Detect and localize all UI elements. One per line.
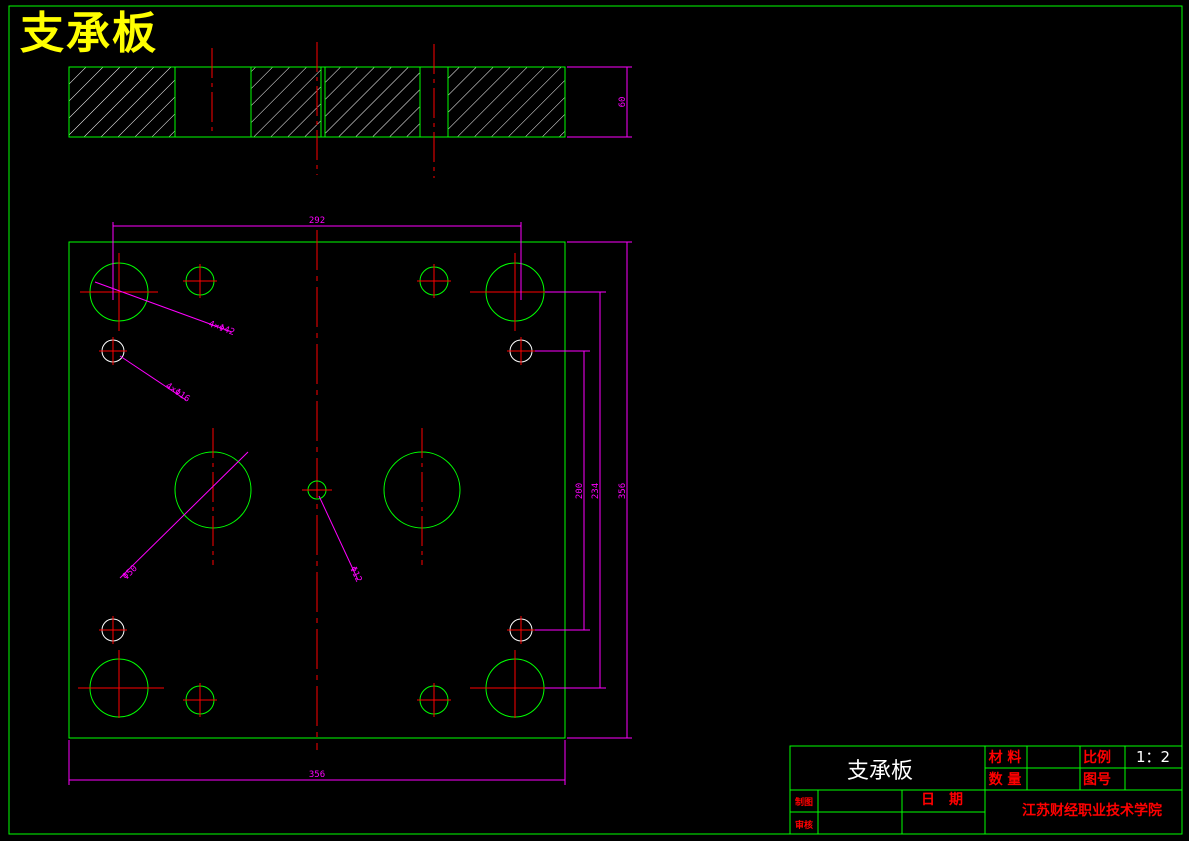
hole-center-left [174, 428, 252, 565]
plan-view: 4×Φ42 4×Φ16 Φ50 Φ12 292 200 234 356 356 [68, 216, 632, 785]
title-block-scale-label: 比例 [1083, 749, 1111, 766]
hatch-block-4 [447, 66, 566, 138]
dim-plate-height: 356 [618, 483, 628, 499]
dim-vertical-outer: 234 [591, 483, 601, 499]
title-block-date-label: 日 期 [921, 792, 963, 808]
hole-large-top-left [80, 253, 158, 331]
hole-large-top-right [470, 253, 555, 331]
title-block-checked-by-label: 审核 [795, 819, 813, 831]
hole-center-right [383, 428, 461, 565]
section-view: 60 [68, 42, 632, 178]
hole-small-top-left [99, 337, 127, 365]
sheet-border [8, 5, 1183, 835]
title-block-scale-value: 1：2 [1136, 748, 1170, 766]
dim-vertical-inner: 200 [575, 483, 585, 499]
hatch-block-3 [324, 66, 421, 138]
dim-plate-width: 356 [309, 770, 325, 780]
hole-small-bottom-right [507, 616, 535, 644]
hole-small-bottom-left [99, 616, 127, 644]
title-block-part-name: 支承板 [847, 759, 913, 784]
hatch-block-2 [250, 66, 322, 138]
title-block-quantity-label: 数 量 [989, 771, 1022, 788]
title-block-drawn-by-label: 制图 [795, 796, 813, 808]
leader-center-large [119, 451, 249, 579]
hole-small-top-right [507, 337, 535, 365]
cad-drawing: 60 4×Φ42 4×Φ16 Φ50 Φ12 292 200 234 356 3… [8, 5, 1183, 835]
hatch-block-1 [68, 66, 176, 138]
title-block-school: 江苏财经职业技术学院 [1022, 802, 1162, 819]
hole-large-bottom-right [470, 650, 555, 718]
title-block-material-label: 材 料 [989, 749, 1022, 766]
dim-hole-spacing-top: 292 [309, 216, 325, 226]
leader-large-corner-text: 4×Φ42 [207, 319, 236, 338]
leader-center-small-text: Φ12 [347, 565, 363, 584]
screw-hole-top-left [183, 264, 217, 298]
leader-center-large-text: Φ50 [121, 564, 140, 582]
screw-hole-bottom-left [183, 683, 217, 717]
screw-hole-top-right [417, 264, 451, 298]
leader-small-corner-text: 4×Φ16 [163, 381, 191, 404]
screw-hole-bottom-right [417, 683, 451, 717]
title-block-drawing-no-label: 图号 [1083, 772, 1111, 788]
hole-large-bottom-left [78, 650, 164, 718]
dim-thickness: 60 [618, 97, 628, 108]
